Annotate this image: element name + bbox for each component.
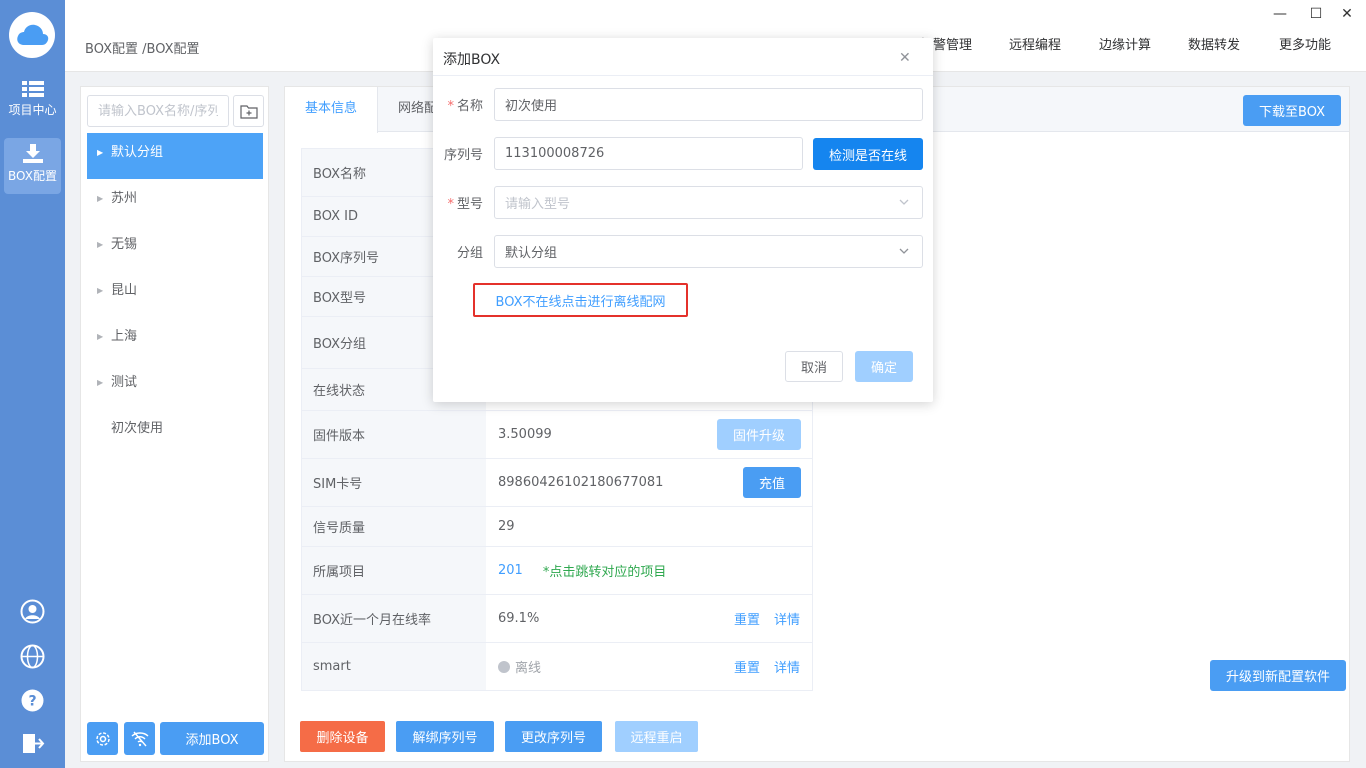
left-rail: 项目中心 BOX配置 ? [0,0,65,768]
tree-item-kunshan[interactable]: ▶ 昆山 [87,271,263,317]
dialog-title: 添加BOX [443,52,501,68]
serial-label: 序列号 [443,148,483,163]
chevron-down-icon [899,248,909,254]
unbind-serial-button[interactable]: 解绑序列号 [396,721,494,752]
chevron-down-icon [899,199,909,205]
add-box-button[interactable]: 添加BOX [160,722,264,755]
wifi-config-button[interactable] [124,722,155,755]
delete-device-button[interactable]: 删除设备 [300,721,385,752]
caret-right-icon: ▶ [97,286,104,295]
wifi-off-icon [131,731,148,746]
list-icon [21,81,44,97]
table-row: 信号质量 29 [302,507,812,547]
rail-label: BOX配置 [8,169,57,183]
add-group-button[interactable] [233,95,264,127]
app-logo [9,12,55,58]
svg-text:?: ? [28,694,36,710]
name-label: * 名称 [447,99,483,114]
smart-detail-link[interactable]: 详情 [774,657,800,676]
model-select[interactable]: 请输入型号 [494,186,923,219]
rail-project-center[interactable]: 项目中心 [4,74,61,130]
add-box-dialog: 添加BOX ✕ * 名称 初次使用 序列号 113100008726 检测是否在线… [433,38,933,402]
offline-config-link[interactable]: BOX不在线点击进行离线配网 [473,283,688,317]
box-search-input[interactable] [87,95,229,127]
rail-label: 项目中心 [8,103,57,117]
table-row: smart 离线 重置 详情 [302,643,812,690]
caret-right-icon: ▶ [97,332,104,341]
nav-remote-program[interactable]: 远程编程 [1009,34,1061,53]
user-icon[interactable] [20,599,45,624]
caret-right-icon: ▶ [97,240,104,249]
check-online-button[interactable]: 检测是否在线 [813,138,923,170]
logout-icon[interactable] [20,731,45,756]
rail-box-config[interactable]: BOX配置 [4,138,61,194]
group-label: 分组 [456,246,483,261]
online-rate-detail-link[interactable]: 详情 [774,609,800,628]
table-row: 所属项目 201 *点击跳转对应的项目 [302,547,812,595]
reset-smart-link[interactable]: 重置 [734,657,760,676]
group-sidebar: ▶默认分组 ▶苏州 ▶无锡 ▶昆山 ▶上海 ▶测试 初次使用 添加BOX [80,86,269,762]
nav-edge-compute[interactable]: 边缘计算 [1099,34,1151,53]
close-window-icon[interactable]: ✕ [1339,6,1355,22]
caret-right-icon: ▶ [97,148,104,157]
upgrade-config-software-button[interactable]: 升级到新配置软件 [1210,660,1346,691]
name-field[interactable]: 初次使用 [494,88,923,121]
tree-item-test[interactable]: ▶ 测试 [87,363,263,409]
cancel-button[interactable]: 取消 [785,351,843,382]
status-dot-icon [498,660,510,673]
tree-item-first-use[interactable]: 初次使用 [87,409,263,455]
caret-right-icon: ▶ [97,378,104,387]
table-row: SIM卡号 89860426102180677081 充值 [302,459,812,507]
globe-icon[interactable] [20,644,45,669]
help-icon[interactable]: ? [20,688,45,713]
firmware-upgrade-button[interactable]: 固件升级 [717,419,801,450]
caret-right-icon: ▶ [97,194,104,203]
minimize-icon[interactable]: — [1272,6,1288,22]
cloud-icon [17,24,49,45]
group-select[interactable]: 默认分组 [494,235,923,268]
confirm-button[interactable]: 确定 [855,351,913,382]
close-icon[interactable]: ✕ [899,50,911,66]
table-row: BOX近一个月在线率 69.1% 重置 详情 [302,595,812,643]
table-row: 固件版本 3.50099 固件升级 [302,411,812,459]
maximize-icon[interactable]: ☐ [1308,6,1324,22]
remote-restart-button[interactable]: 远程重启 [615,721,698,752]
breadcrumb: BOX配置 /BOX配置 [85,42,200,57]
firmware-version: 3.50099 [498,427,552,442]
settings-button[interactable] [87,722,118,755]
project-link[interactable]: 201 [498,563,523,578]
tree-item-suzhou[interactable]: ▶ 苏州 [87,179,263,225]
model-label: * 型号 [447,197,483,212]
gear-icon [95,731,110,746]
change-serial-button[interactable]: 更改序列号 [505,721,602,752]
tree-item-shanghai[interactable]: ▶ 上海 [87,317,263,363]
download-to-box-button[interactable]: 下载至BOX [1243,95,1341,126]
folder-plus-icon [239,104,258,119]
serial-field[interactable]: 113100008726 [494,137,803,170]
sim-number: 89860426102180677081 [498,475,664,490]
nav-data-forward[interactable]: 数据转发 [1188,34,1240,53]
reset-online-rate-link[interactable]: 重置 [734,609,760,628]
recharge-button[interactable]: 充值 [743,467,801,498]
tab-basic-info[interactable]: 基本信息 [285,87,379,133]
online-rate: 69.1% [498,611,540,626]
nav-more[interactable]: 更多功能 [1279,34,1331,53]
smart-status: 离线 [515,661,542,676]
project-hint: *点击跳转对应的项目 [542,565,667,580]
tree-item-default[interactable]: ▶ 默认分组 [87,133,263,179]
tree-item-wuxi[interactable]: ▶ 无锡 [87,225,263,271]
divider [433,75,933,76]
download-icon [22,144,43,163]
